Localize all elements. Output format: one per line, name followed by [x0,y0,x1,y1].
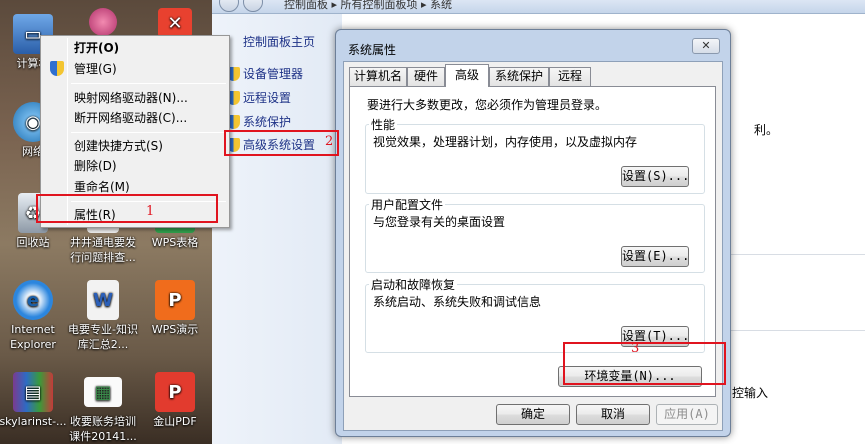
desktop-icon-skylarinst[interactable]: ▤ skylarinst-... [0,372,70,429]
desktop-icon-document-2[interactable]: W 电要专业-知识库汇总2... [66,280,140,352]
wps-presentation-icon: P [155,280,195,320]
shield-icon [50,61,64,76]
desktop-icon-label: skylarinst-... [0,415,67,428]
content-fragment: 控输入 [732,386,769,400]
desktop-icon-label: 金山PDF [153,415,197,428]
divider [731,330,865,331]
menu-separator [71,132,226,133]
remote-settings-link[interactable]: 远程设置 [243,89,291,106]
group-title: 性能 [369,116,398,133]
desktop-icon-label: 回收站 [16,236,50,249]
highlight-box-step-3 [563,342,726,385]
desktop-icon-top-app[interactable] [66,0,140,38]
cancel-button[interactable]: 取消 [576,404,650,425]
highlight-box-step-2 [224,130,339,156]
menu-item-disconnect-network-drive[interactable]: 断开网络驱动器(C)... [74,108,187,128]
close-button[interactable]: ✕ [692,38,720,54]
breadcrumb-separator-icon: ▸ [421,0,431,11]
breadcrumb-item[interactable]: 系统 [430,0,452,11]
desktop-icon-label: WPS演示 [151,323,199,336]
menu-item-manage[interactable]: 管理(G) [74,59,117,79]
menu-item-create-shortcut[interactable]: 创建快捷方式(S) [74,136,163,156]
group-description: 与您登录有关的桌面设置 [373,215,506,229]
close-icon: ✕ [701,39,711,52]
tab-computer-name[interactable]: 计算机名 [349,67,407,86]
desktop-icon-pdf[interactable]: P 金山PDF [138,372,212,429]
user-profiles-settings-button[interactable]: 设置(E)... [621,246,689,267]
desktop-icon-label: 收要账务培训课件20141... [69,415,137,443]
step-number-1: 1 [146,204,155,219]
desktop-icon-label: Internet Explorer [10,323,56,351]
app-icon: ✕ [158,8,192,38]
content-fragment: 利。 [754,123,779,137]
system-protection-link[interactable]: 系统保护 [243,113,291,130]
desktop-icon-internet-explorer[interactable]: e Internet Explorer [0,280,70,352]
performance-settings-button[interactable]: 设置(S)... [621,166,689,187]
performance-group: 性能 视觉效果，处理器计划，内存使用，以及虚拟内存 设置(S)... [365,116,705,194]
highlight-box-step-1 [36,194,218,223]
tab-advanced[interactable]: 高级 [445,64,489,87]
control-panel-home-link[interactable]: 控制面板主页 [243,33,315,50]
tab-remote[interactable]: 远程 [549,67,591,86]
dialog-title: 系统属性 [348,43,397,57]
breadcrumb-item[interactable]: 所有控制面板项 [341,0,418,11]
apply-button[interactable]: 应用(A) [656,404,718,425]
word-document-icon: W [87,280,119,320]
presentation-icon: ▦ [84,377,122,407]
desktop-icon-top-app-2[interactable]: ✕ [138,0,212,40]
device-manager-link[interactable]: 设备管理器 [243,65,303,82]
step-number-2: 2 [325,134,334,149]
desktop-icon-label: 井井通电要发行问题排查... [70,236,136,264]
menu-item-map-network-drive[interactable]: 映射网络驱动器(N)... [74,88,188,108]
breadcrumb: 控制面板 ▸ 所有控制面板项 ▸ 系统 [284,0,452,12]
forward-button[interactable] [243,0,263,12]
group-description: 系统启动、系统失败和调试信息 [373,295,542,309]
desktop-icon-document-3[interactable]: ▦ 收要账务培训课件20141... [66,372,140,444]
tab-hardware[interactable]: 硬件 [407,67,445,86]
breadcrumb-separator-icon: ▸ [331,0,341,11]
step-number-3: 3 [631,341,640,356]
breadcrumb-item[interactable]: 控制面板 [284,0,328,11]
user-profiles-group: 用户配置文件 与您登录有关的桌面设置 设置(E)... [365,196,705,273]
menu-separator [71,83,226,84]
desktop-icon-wps-presentation[interactable]: P WPS演示 [138,280,212,337]
desktop-icon-label: WPS表格 [151,236,199,249]
group-title: 用户配置文件 [369,196,446,213]
admin-note: 要进行大多数更改，您必须作为管理员登录。 [367,98,608,112]
internet-explorer-icon: e [13,280,53,320]
tab-system-protection[interactable]: 系统保护 [489,67,549,86]
back-button[interactable] [219,0,239,12]
group-description: 视觉效果，处理器计划，内存使用，以及虚拟内存 [373,135,638,149]
ok-button[interactable]: 确定 [496,404,570,425]
pdf-icon: P [155,372,195,412]
menu-item-open[interactable]: 打开(O) [74,38,119,58]
app-icon [89,8,117,36]
divider [731,254,865,255]
group-title: 启动和故障恢复 [369,276,458,293]
address-bar: 控制面板 ▸ 所有控制面板项 ▸ 系统 [212,0,865,14]
menu-item-delete[interactable]: 删除(D) [74,156,117,176]
desktop-icon-label: 电要专业-知识库汇总2... [68,323,138,351]
winrar-archive-icon: ▤ [13,372,53,412]
